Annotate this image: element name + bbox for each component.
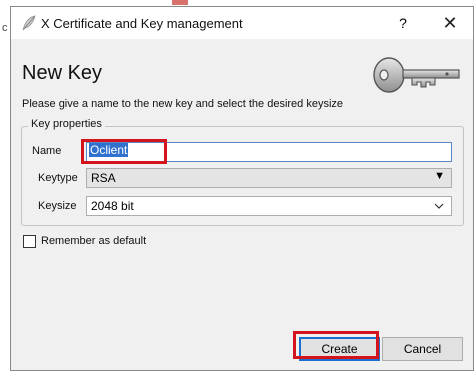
chevron-down-icon [434, 203, 444, 209]
keytype-value: RSA [91, 171, 116, 185]
dialog-description: Please give a name to the new key and se… [22, 98, 344, 110]
title-bar: X Certificate and Key management ? ✕ [11, 7, 473, 39]
dropdown-arrow-icon: ▼ [434, 170, 445, 182]
name-label: Name [32, 145, 62, 157]
background-window-fragment [172, 0, 188, 5]
help-button[interactable]: ? [392, 11, 414, 35]
create-button[interactable]: Create [299, 337, 380, 361]
close-button[interactable]: ✕ [439, 11, 461, 35]
keytype-label: Keytype [38, 172, 78, 184]
feather-icon [22, 15, 36, 31]
remember-default-label: Remember as default [41, 235, 147, 247]
cancel-button[interactable]: Cancel [382, 337, 463, 361]
name-input[interactable]: Oclient [86, 142, 452, 162]
remember-default-checkbox[interactable] [23, 235, 36, 248]
keysize-select[interactable]: 2048 bit [86, 196, 452, 216]
keysize-value: 2048 bit [91, 199, 134, 213]
name-input-value: Oclient [89, 143, 129, 157]
dialog-heading: New Key [22, 62, 103, 84]
background-text-fragment: c [2, 22, 8, 34]
key-properties-title: Key properties [28, 118, 105, 130]
key-icon [373, 57, 460, 93]
window-title: X Certificate and Key management [41, 16, 243, 31]
keytype-select[interactable]: RSA ▼ [86, 168, 452, 188]
dialog-window: X Certificate and Key management ? ✕ New… [10, 6, 474, 371]
keysize-label: Keysize [38, 200, 77, 212]
